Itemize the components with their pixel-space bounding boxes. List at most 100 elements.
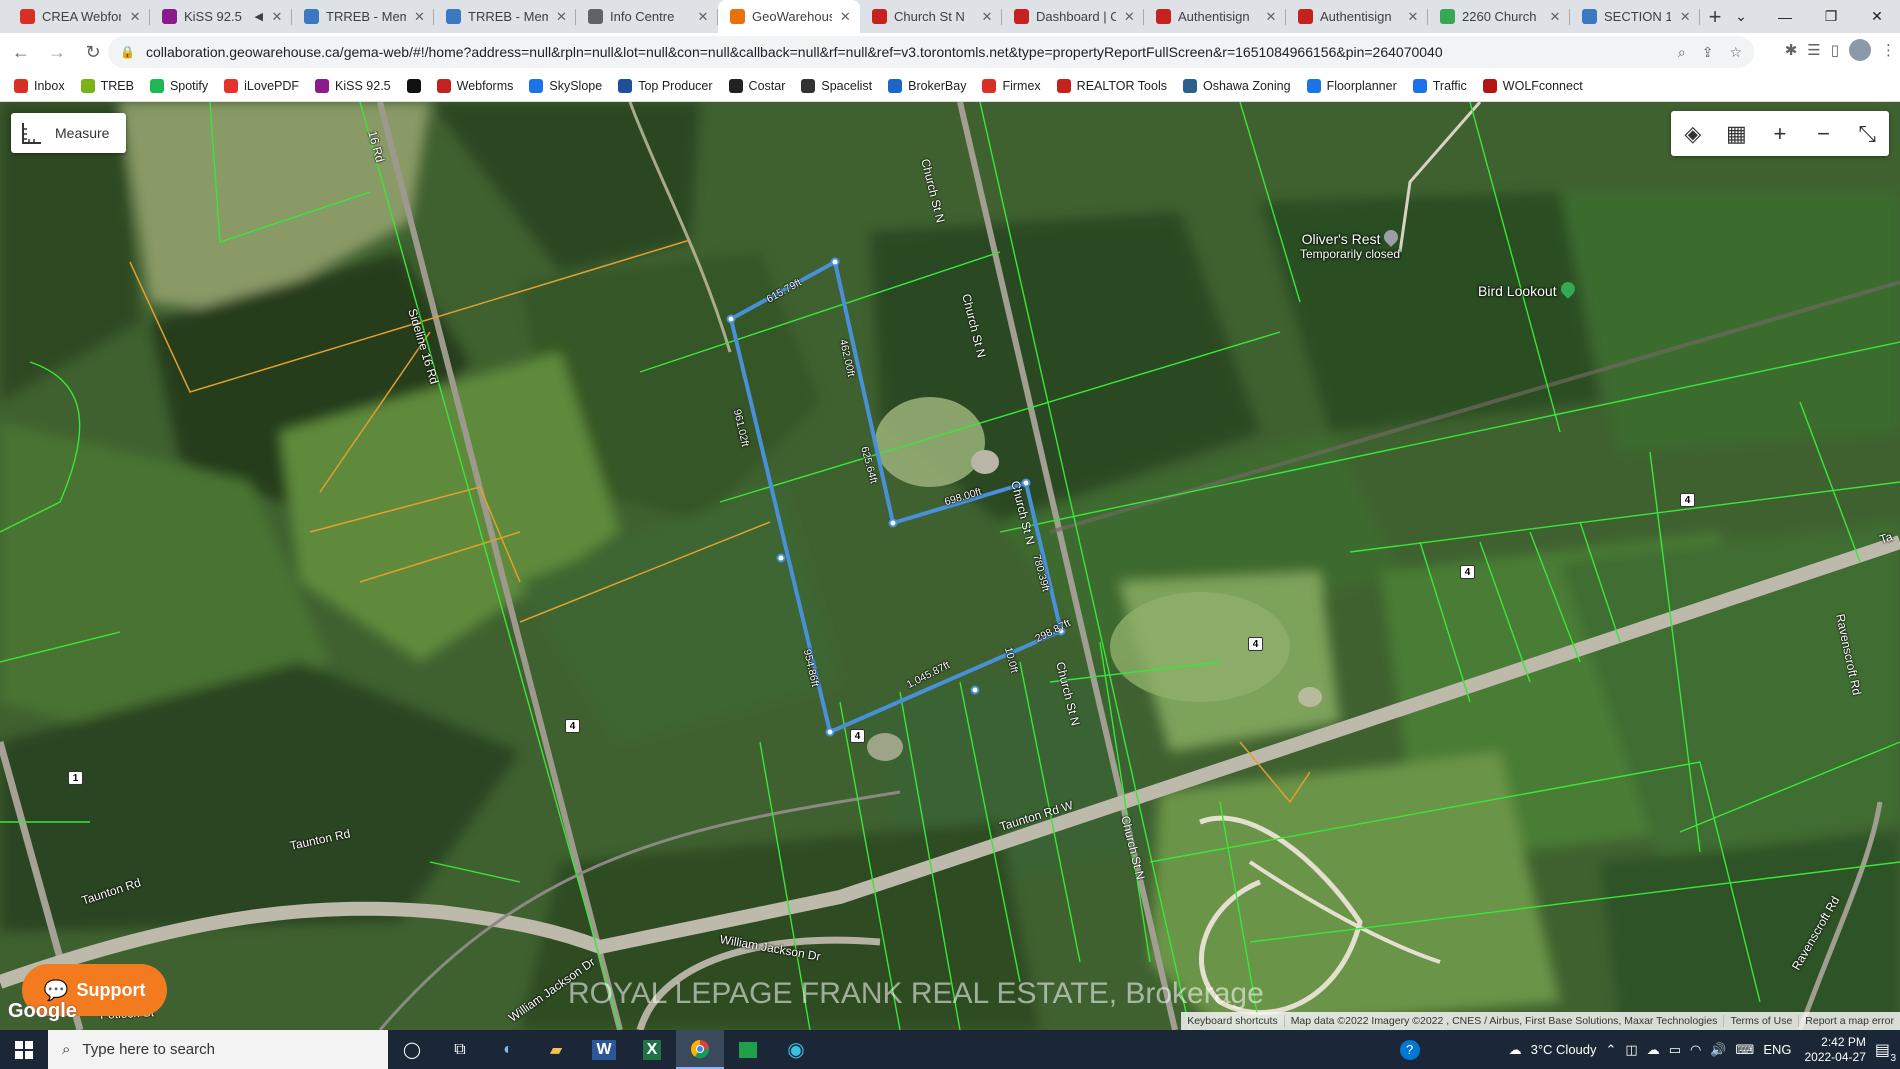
browser-tab[interactable]: TRREB - Mem ✕ (434, 0, 576, 33)
task-view-icon[interactable]: ⧉ (436, 1030, 484, 1069)
close-tab-icon[interactable]: ✕ (839, 9, 852, 25)
close-tab-icon[interactable]: ✕ (1678, 9, 1692, 25)
extensions-icon[interactable]: ✱ (1785, 41, 1798, 59)
close-tab-icon[interactable]: ✕ (555, 9, 568, 25)
notification-icon[interactable]: ▤ 3 (1875, 1040, 1896, 1064)
minimize-button[interactable]: — (1762, 0, 1808, 33)
map-type-icon[interactable]: ▦ (1719, 121, 1753, 147)
map-view[interactable]: 16 Rd Sideline 16 Rd Church St N Church … (0, 102, 1900, 1030)
word-icon[interactable]: W (580, 1030, 628, 1069)
poi-olivers-rest[interactable]: Oliver's Rest Temporarily closed (1300, 227, 1402, 261)
onedrive-icon[interactable]: ☁ (1647, 1042, 1660, 1058)
bookmark-item[interactable]: TREB (80, 79, 134, 93)
bookmark-item[interactable]: Oshawa Zoning (1183, 79, 1291, 93)
taskbar-search[interactable]: ⌕ Type here to search (48, 1030, 388, 1069)
poi-name: Oliver's Rest (1301, 231, 1381, 247)
close-tab-icon[interactable]: ✕ (696, 9, 710, 25)
forward-button[interactable]: → (42, 37, 72, 67)
bookmark-item[interactable]: REALTOR Tools (1056, 79, 1167, 93)
bookmark-item[interactable]: Webforms (436, 79, 513, 93)
browser-tab[interactable]: Authentisign ✕ (1286, 0, 1428, 33)
zoom-icon[interactable]: ⌕ (1678, 44, 1686, 61)
side-panel-icon[interactable]: ▯ (1831, 41, 1839, 59)
weather-icon[interactable]: ☁ (1509, 1042, 1522, 1058)
volume-icon[interactable]: 🔊 (1710, 1042, 1726, 1058)
map-pin-icon[interactable] (1557, 279, 1578, 299)
help-icon[interactable]: ? (1399, 1039, 1420, 1060)
terms-of-use-link[interactable]: Terms of Use (1723, 1015, 1798, 1027)
map-pin-icon[interactable] (1381, 227, 1402, 247)
browser-tab[interactable]: GeoWarehous ✕ (718, 0, 860, 33)
cortana-icon[interactable]: ◯ (388, 1030, 436, 1069)
poi-bird-lookout[interactable]: Bird Lookout (1478, 279, 1578, 299)
bookmark-item[interactable]: Floorplanner (1306, 79, 1397, 93)
browser-tab[interactable]: Authentisign ✕ (1144, 0, 1286, 33)
bookmark-item[interactable] (406, 79, 421, 93)
zoom-in-button[interactable]: + (1763, 121, 1797, 147)
reload-button[interactable]: ↻ (78, 37, 108, 67)
store-icon[interactable] (724, 1030, 772, 1069)
close-tab-icon[interactable]: ✕ (980, 9, 994, 25)
keyboard-icon[interactable]: ⌨ (1736, 1042, 1755, 1058)
bookmark-item[interactable]: Inbox (14, 79, 65, 93)
layers-icon[interactable]: ◈ (1676, 121, 1710, 147)
bookmark-item[interactable]: iLovePDF (224, 79, 299, 93)
close-tab-icon[interactable]: ✕ (1264, 9, 1278, 25)
start-button[interactable] (0, 1030, 48, 1069)
bookmark-item[interactable]: Spacelist (801, 79, 872, 93)
bookmark-item[interactable]: Spotify (149, 79, 208, 93)
close-window-button[interactable]: ✕ (1854, 0, 1900, 33)
edge-icon[interactable]: ◉ (772, 1030, 820, 1069)
bookmark-item[interactable]: WOLFconnect (1482, 79, 1583, 93)
language-indicator[interactable]: ENG (1763, 1042, 1791, 1057)
close-tab-icon[interactable]: ✕ (1406, 9, 1420, 25)
browser-tab[interactable]: 2260 Church ✕ (1428, 0, 1570, 33)
browser-tab[interactable]: CREA Webfor ✕ (8, 0, 150, 33)
bookmark-item[interactable]: Costar (728, 79, 785, 93)
keyboard-shortcuts-link[interactable]: Keyboard shortcuts (1181, 1015, 1283, 1027)
close-tab-icon[interactable]: ✕ (413, 9, 426, 25)
tab-search-chevron-icon[interactable]: ⌄ (1718, 0, 1764, 33)
browser-tab[interactable]: KiSS 92.5 ◀ ✕ (150, 0, 292, 33)
bookmark-item[interactable]: Top Producer (618, 79, 713, 93)
url-text[interactable]: collaboration.geowarehouse.ca/gema-web/#… (146, 44, 1678, 60)
audio-playing-icon[interactable]: ◀ (255, 10, 263, 23)
lock-icon[interactable]: 🔒 (120, 45, 135, 59)
file-explorer-icon[interactable]: ▰ (532, 1030, 580, 1069)
browser-tab[interactable]: Church St N ✕ (860, 0, 1002, 33)
clock[interactable]: 2:42 PM 2022-04-27 (1804, 1035, 1865, 1065)
remote-app-icon[interactable]: ◐ (484, 1030, 532, 1069)
excel-icon[interactable]: X (628, 1030, 676, 1069)
network-icon[interactable]: ◫ (1625, 1042, 1637, 1058)
bookmark-item[interactable]: SkySlope (529, 79, 602, 93)
bookmark-star-icon[interactable]: ☆ (1729, 44, 1742, 61)
browser-menu-icon[interactable]: ⋮ (1881, 41, 1896, 59)
bookmark-item[interactable]: BrokerBay (888, 79, 966, 93)
report-map-error-link[interactable]: Report a map error (1798, 1015, 1900, 1027)
address-bar[interactable]: 🔒 collaboration.geowarehouse.ca/gema-web… (108, 36, 1754, 68)
wifi-icon[interactable]: ◠ (1690, 1042, 1701, 1058)
display-icon[interactable]: ▭ (1669, 1042, 1681, 1058)
close-tab-icon[interactable]: ✕ (128, 9, 142, 25)
chrome-icon[interactable] (676, 1030, 724, 1069)
bookmark-item[interactable]: KiSS 92.5 (315, 79, 391, 93)
show-hidden-icons[interactable]: ⌃ (1606, 1042, 1617, 1058)
restore-button[interactable]: ❐ (1808, 0, 1854, 33)
zoom-out-button[interactable]: − (1807, 121, 1841, 147)
share-icon[interactable]: ⇪ (1702, 44, 1714, 61)
measure-button[interactable]: Measure (11, 113, 126, 153)
exit-fullscreen-icon[interactable]: ⤡ (1850, 121, 1884, 147)
reading-list-icon[interactable]: ☰ (1807, 41, 1820, 59)
browser-tab[interactable]: Dashboard | C ✕ (1002, 0, 1144, 33)
bookmark-item[interactable]: Firmex (982, 79, 1041, 93)
back-button[interactable]: ← (6, 37, 36, 67)
browser-tab[interactable]: TRREB - Mem ✕ (292, 0, 434, 33)
browser-tab[interactable]: Info Centre ✕ (576, 0, 718, 33)
profile-avatar[interactable] (1849, 39, 1871, 61)
bookmark-item[interactable]: Traffic (1412, 79, 1467, 93)
close-tab-icon[interactable]: ✕ (270, 9, 284, 25)
browser-tab[interactable]: SECTION 1 ✕ (1570, 0, 1700, 33)
close-tab-icon[interactable]: ✕ (1123, 9, 1136, 25)
close-tab-icon[interactable]: ✕ (1548, 9, 1562, 25)
weather-text[interactable]: 3°C Cloudy (1531, 1042, 1597, 1057)
